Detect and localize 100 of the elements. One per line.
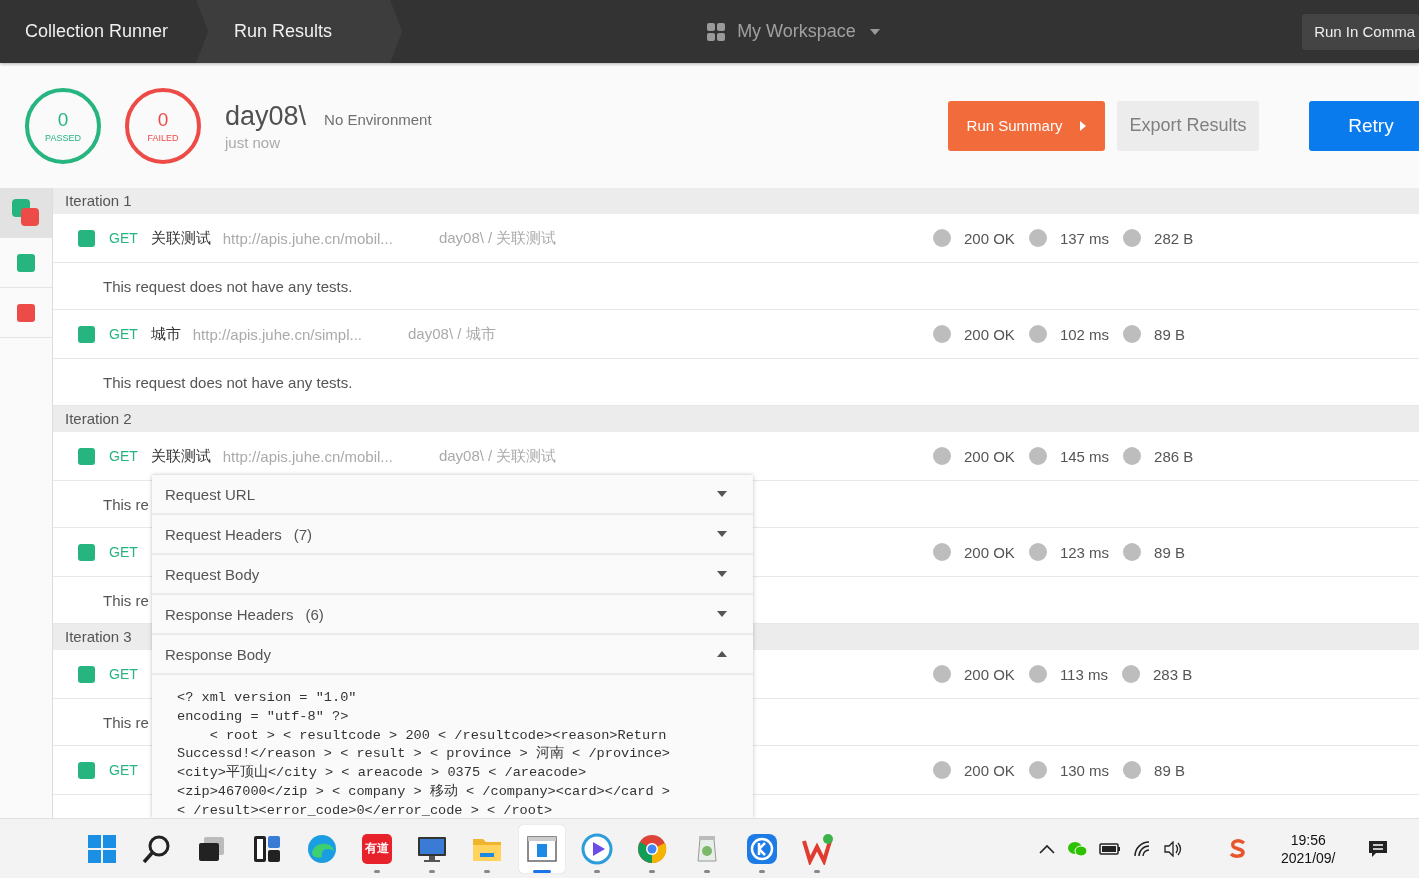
response-size: 89 B [1154, 543, 1185, 561]
iteration-header: Iteration 2 [53, 406, 1419, 432]
expand-caret-icon [717, 531, 727, 537]
request-name[interactable]: 关联测试 [150, 446, 211, 466]
counter-label: FAILED [147, 132, 179, 143]
breadcrumb-tab[interactable]: Run Results [196, 0, 403, 63]
running-indicator [594, 869, 600, 873]
section-count: (6) [305, 605, 324, 623]
status-dot [1028, 543, 1047, 561]
running-indicator [649, 869, 655, 873]
response-time: 130 ms [1059, 761, 1110, 779]
status-dot [933, 325, 951, 343]
section-header[interactable]: Request URL [152, 475, 753, 515]
status-code: 200 OK [964, 325, 1015, 343]
section-title: Request Headers [165, 525, 282, 543]
section-header[interactable]: Request Body [152, 555, 753, 595]
response-size: 89 B [1154, 761, 1185, 779]
http-method: GET [109, 666, 138, 682]
request-name[interactable]: 城市 [150, 324, 181, 344]
http-method: GET [109, 230, 138, 246]
taskbar-button[interactable]: 有道 [354, 824, 400, 873]
status-dot [1123, 761, 1142, 779]
response-body-code: <? xml version = "1.0" encoding = "utf-8" ?> < root > < resultcode > 200 < /resultcode><reason>Return Successd!</reason > < result > < province > 河南 < /province> <city>平顶山</city > < areacode > 0375 < /areacode> <zip>467000</zip > < company > 移动 < /company><card></card > < /result><error_code>0</error_code > < /root> [177, 689, 671, 818]
status-dot [1028, 229, 1047, 247]
play-icon[interactable] [581, 832, 613, 865]
response-time: 137 ms [1059, 229, 1110, 247]
request-path: day08\ / 关联测试 [438, 228, 557, 248]
http-method: GET [109, 326, 138, 342]
section-header[interactable]: Request Headers (7) [152, 515, 753, 555]
status-code: 200 OK [964, 543, 1015, 561]
response-size: 89 B [1154, 325, 1185, 343]
clock[interactable]: 19:56 2021/09/ [1281, 831, 1336, 866]
collection-name: day08\ [225, 100, 307, 132]
response-time: 145 ms [1059, 447, 1110, 465]
passed-failed-icon [12, 198, 40, 227]
status-dot [1028, 665, 1047, 683]
status-dot [933, 665, 951, 683]
counter-label: PASSED [45, 132, 81, 143]
volume-icon[interactable] [1163, 840, 1183, 857]
iteration-header: Iteration 1 [53, 188, 1419, 214]
request-path: day08\ / 城市 [408, 324, 496, 344]
wps-icon[interactable] [801, 832, 833, 865]
running-indicator [704, 869, 710, 873]
status-dot [933, 447, 951, 465]
status-dot [933, 543, 951, 561]
status-dot [933, 761, 951, 779]
status-dot [1123, 229, 1142, 247]
response-size: 282 B [1154, 229, 1194, 247]
status-dot [1123, 447, 1142, 465]
section-title: Response Headers [165, 605, 294, 623]
status-dot [1123, 543, 1142, 561]
battery-icon[interactable] [1099, 842, 1121, 855]
request-url: http://apis.juhe.cn/mobil... [222, 229, 393, 247]
status-dot [933, 229, 951, 247]
clock-time: 19:56 [1290, 831, 1326, 848]
grid-icon [707, 22, 726, 41]
running-indicator [429, 869, 435, 873]
section-title: Request URL [165, 485, 256, 503]
wifi-icon[interactable] [1133, 840, 1151, 857]
status-dot [1028, 761, 1047, 779]
running-indicator [533, 869, 551, 873]
status-dot [1121, 665, 1140, 683]
breadcrumb-tab[interactable]: Collection Runner [0, 0, 199, 63]
running-indicator [374, 869, 380, 873]
failed-icon [17, 303, 35, 322]
run-in-command-button[interactable]: Run In Comma [1302, 13, 1419, 50]
response-time: 102 ms [1059, 325, 1110, 343]
status-dot [1123, 325, 1142, 343]
environment-label: No Environment [324, 110, 432, 128]
http-method: GET [109, 448, 138, 464]
expand-caret-icon [717, 611, 727, 617]
running-indicator [759, 869, 765, 873]
http-method: GET [109, 544, 138, 560]
section-title: Request Body [165, 565, 260, 583]
clock-date: 2021/09/ [1281, 849, 1336, 866]
response-size: 283 B [1152, 665, 1193, 683]
running-indicator [484, 869, 490, 873]
count-text: 0 [157, 108, 169, 131]
k-app-icon[interactable] [746, 832, 778, 865]
status-code: 200 OK [964, 761, 1015, 779]
chrome-icon[interactable] [636, 832, 668, 865]
request-path: day08\ / 关联测试 [438, 446, 557, 466]
chat-icon[interactable] [1067, 840, 1087, 857]
notification-icon[interactable] [1367, 838, 1388, 859]
retry-button[interactable]: Retry [1309, 100, 1419, 151]
request-name[interactable]: 关联测试 [150, 228, 211, 248]
section-header[interactable]: Response Body [152, 635, 753, 675]
start-icon[interactable] [86, 832, 118, 865]
request-url: http://apis.juhe.cn/mobil... [222, 447, 393, 465]
chevron-up-icon[interactable] [1039, 843, 1055, 854]
workspace-dropdown[interactable]: My Workspace [707, 21, 880, 42]
test-message: This re [103, 713, 149, 731]
request-url: http://apis.juhe.cn/simpl... [192, 325, 363, 343]
youdao-app-icon[interactable]: 有道 [362, 833, 392, 864]
filter-tab[interactable] [0, 188, 52, 238]
edge-icon[interactable] [306, 832, 338, 865]
section-header[interactable]: Response Headers (6) [152, 595, 753, 635]
status-code: 200 OK [964, 447, 1015, 465]
expand-caret-icon [717, 491, 727, 497]
test-message: This request does not have any tests. [103, 373, 353, 391]
